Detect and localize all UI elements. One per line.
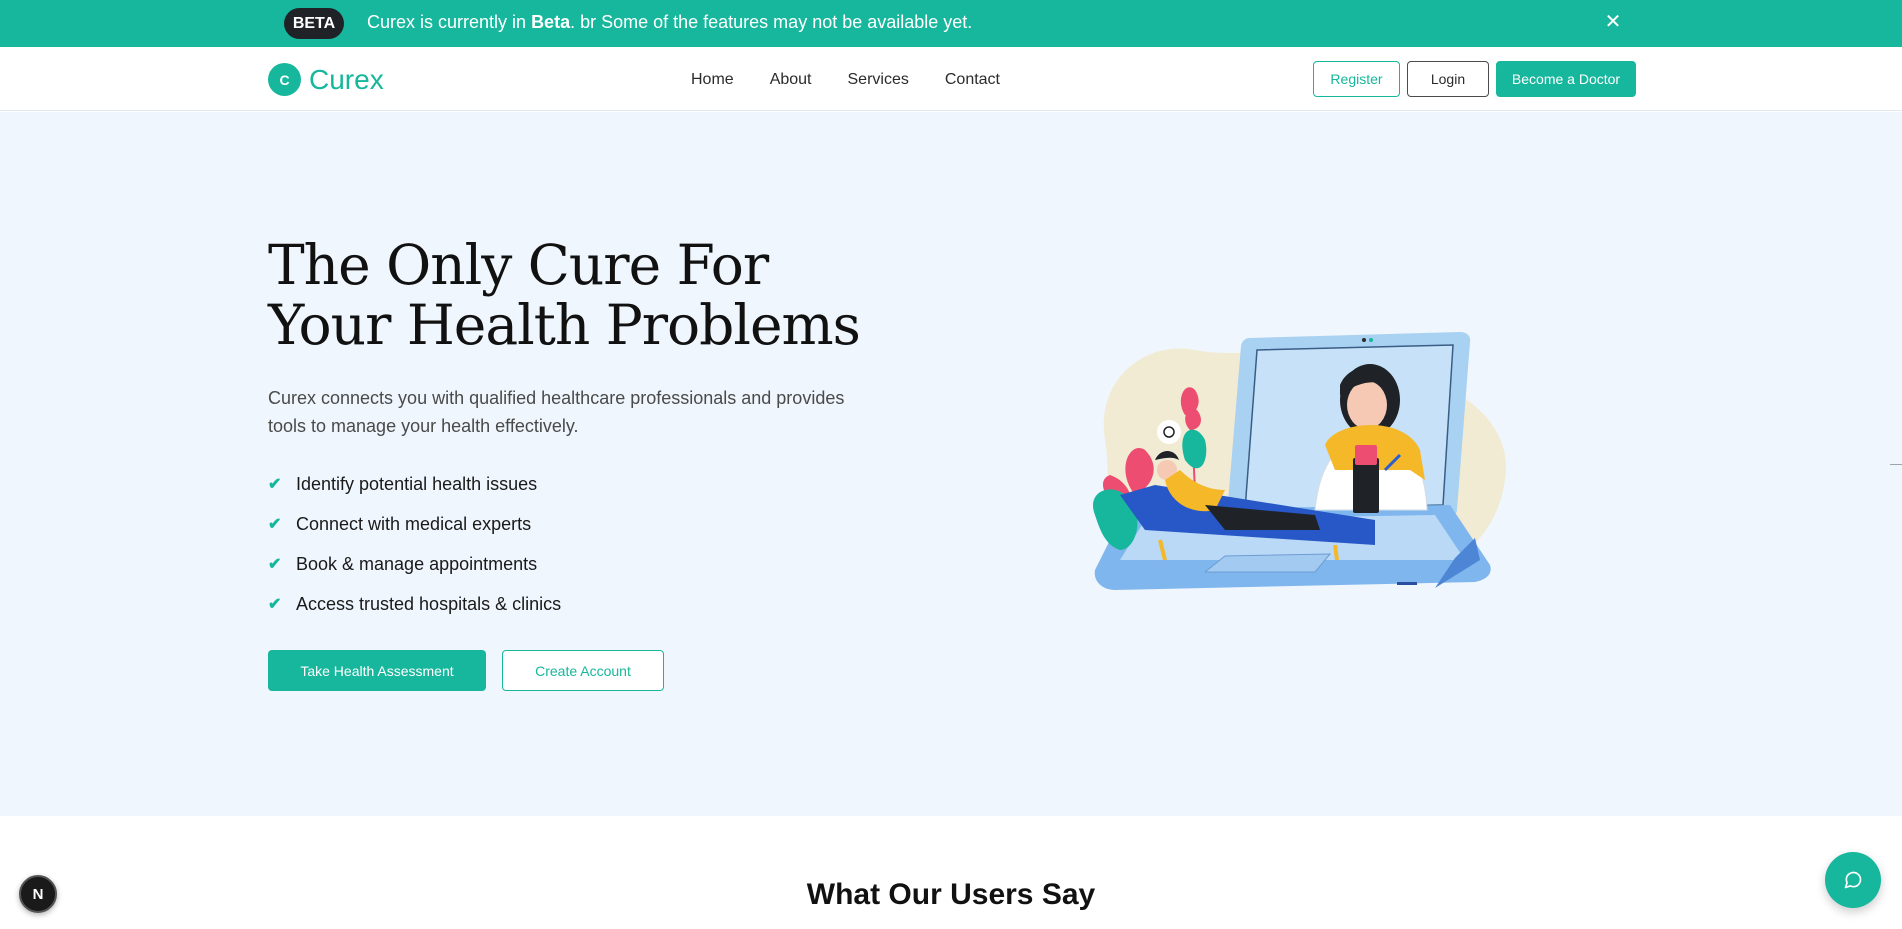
nav-link-services[interactable]: Services — [848, 71, 909, 89]
nextjs-dev-badge[interactable]: N — [19, 875, 57, 913]
feature-text: Connect with medical experts — [296, 513, 532, 534]
check-icon: ✔ — [268, 516, 282, 533]
hero-title-line-2: Your Health Problems — [268, 293, 861, 357]
feature-item: ✔ Access trusted hospitals & clinics — [268, 584, 561, 624]
beta-banner: BETA Curex is currently in Beta. br Some… — [0, 0, 1902, 47]
feature-text: Book & manage appointments — [296, 553, 538, 574]
feature-item: ✔ Identify potential health issues — [268, 464, 561, 504]
feature-text: Access trusted hospitals & clinics — [296, 593, 562, 614]
chat-icon — [1844, 871, 1862, 889]
check-icon: ✔ — [268, 556, 282, 573]
beta-message-bold: Beta — [531, 12, 571, 32]
logo-text: Curex — [309, 63, 384, 95]
become-doctor-button[interactable]: Become a Doctor — [1496, 61, 1636, 97]
beta-message: Curex is currently in Beta. br Some of t… — [367, 12, 972, 33]
navbar: C Curex Home About Services Contact Regi… — [0, 47, 1902, 111]
testimonials-title: What Our Users Say — [806, 878, 1096, 911]
feature-list: ✔ Identify potential health issues ✔ Con… — [268, 464, 561, 624]
logo-mark: C — [268, 63, 301, 96]
check-icon: ✔ — [268, 476, 282, 493]
create-account-button[interactable]: Create Account — [502, 650, 664, 691]
feature-item: ✔ Book & manage appointments — [268, 544, 561, 584]
scroll-edge-marker — [1890, 464, 1902, 465]
nav-link-about[interactable]: About — [770, 71, 812, 89]
hero-title: The Only Cure For Your Health Problems — [268, 235, 888, 355]
take-health-assessment-button[interactable]: Take Health Assessment — [268, 650, 486, 691]
hero-title-line-1: The Only Cure For — [268, 233, 769, 297]
feature-item: ✔ Connect with medical experts — [268, 504, 561, 544]
beta-badge: BETA — [284, 8, 344, 39]
close-icon[interactable]: ✕ — [1602, 10, 1624, 34]
nav-link-contact[interactable]: Contact — [945, 71, 1000, 89]
nav-links: Home About Services Contact — [691, 71, 1036, 89]
check-icon: ✔ — [268, 596, 282, 613]
telehealth-illustration — [1093, 332, 1507, 590]
logo[interactable]: C Curex — [268, 63, 384, 96]
hero-subtitle: Curex connects you with qualified health… — [268, 388, 845, 436]
chat-button[interactable] — [1825, 852, 1881, 908]
beta-message-start: Curex is currently in — [367, 12, 532, 32]
nav-link-home[interactable]: Home — [691, 71, 734, 89]
beta-message-end: . br Some of the features may not be ava… — [570, 12, 973, 32]
hero-section: The Only Cure For Your Health Problems C… — [0, 112, 1902, 816]
register-button[interactable]: Register — [1313, 61, 1400, 97]
login-button[interactable]: Login — [1407, 61, 1489, 97]
feature-text: Identify potential health issues — [296, 473, 538, 494]
